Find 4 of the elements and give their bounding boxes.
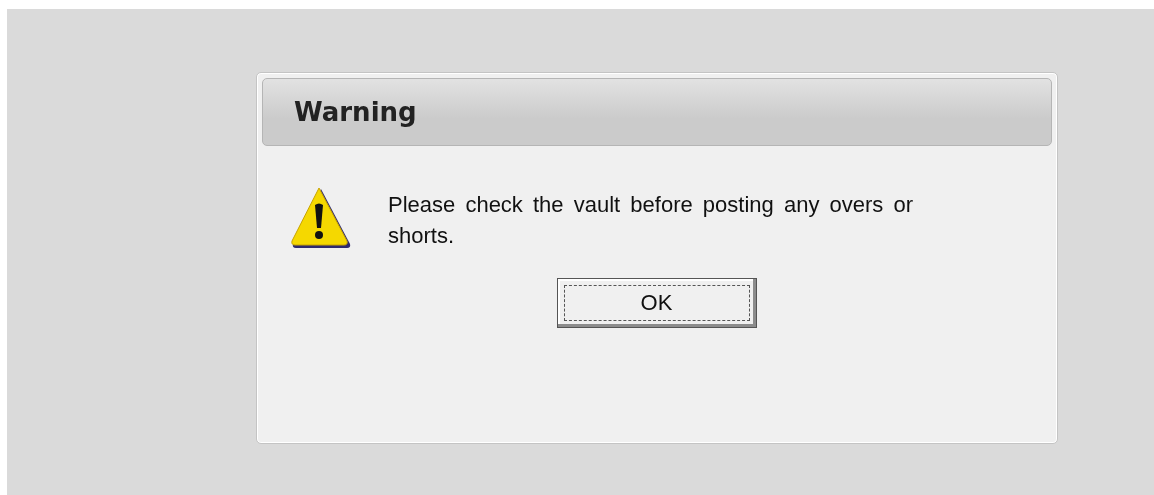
ok-button[interactable]: OK (556, 278, 757, 328)
dialog-title: Warning (294, 97, 417, 127)
warning-icon (290, 186, 352, 250)
warning-message: Please check the vault before posting any overs or shorts. (388, 191, 913, 250)
